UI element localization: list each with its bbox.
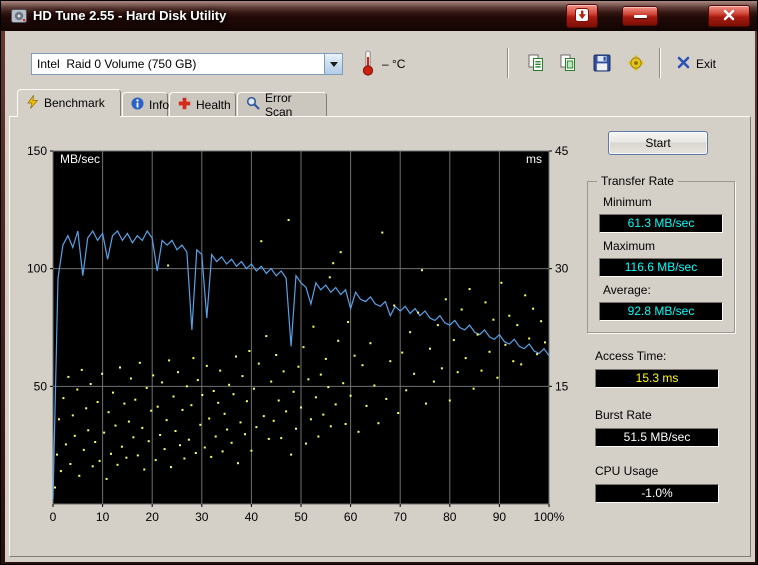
exit-icon — [677, 56, 690, 72]
tab-benchmark-label: Benchmark — [44, 96, 105, 110]
minimize-to-tray-button[interactable] — [566, 4, 598, 28]
svg-text:60: 60 — [344, 510, 358, 524]
app-icon — [11, 8, 27, 24]
benchmark-chart: 150100504530150 10 20 30 40 50 60 70 80 90 100%MB/… — [27, 144, 569, 524]
tab-error-scan-label: Error Scan — [265, 90, 293, 119]
window-title: HD Tune 2.55 - Hard Disk Utility — [33, 8, 227, 23]
maximum-label: Maximum — [603, 239, 656, 253]
tab-health[interactable]: Health — [169, 92, 236, 116]
down-arrow-icon — [573, 6, 591, 27]
svg-text:0: 0 — [50, 510, 57, 524]
svg-text:45: 45 — [555, 144, 569, 158]
tab-health-label: Health — [196, 97, 231, 112]
svg-text:30: 30 — [555, 262, 569, 276]
save-button[interactable] — [589, 52, 615, 76]
svg-text:90: 90 — [493, 510, 507, 524]
toolbar-separator — [659, 48, 661, 78]
thermometer-icon — [361, 49, 375, 80]
settings-button[interactable] — [623, 52, 649, 76]
burst-rate-value: 51.5 MB/sec — [595, 428, 719, 447]
maximum-value: 116.6 MB/sec — [599, 258, 723, 277]
temperature-readout: – °C — [382, 57, 406, 71]
copy-image-button[interactable] — [555, 52, 581, 76]
drive-selector-value: Intel Raid 0 Volume (750 GB) — [37, 57, 197, 71]
svg-text:30: 30 — [195, 510, 209, 524]
save-icon — [593, 54, 611, 75]
svg-text:40: 40 — [245, 510, 259, 524]
svg-text:20: 20 — [146, 510, 160, 524]
minimize-icon — [633, 14, 647, 18]
svg-text:80: 80 — [443, 510, 457, 524]
svg-text:70: 70 — [394, 510, 408, 524]
cpu-usage-label: CPU Usage — [595, 464, 659, 478]
drive-selector[interactable]: Intel Raid 0 Volume (750 GB) — [31, 53, 343, 75]
start-button[interactable]: Start — [608, 131, 708, 155]
error-scan-icon — [246, 96, 260, 113]
access-time-value: 15.3 ms — [595, 369, 719, 388]
tab-info[interactable]: Info — [122, 92, 170, 116]
tab-benchmark[interactable]: Benchmark — [17, 89, 121, 116]
svg-text:50: 50 — [34, 379, 48, 393]
cpu-usage-value: -1.0% — [595, 484, 719, 503]
tab-error-scan[interactable]: Error Scan — [237, 90, 327, 119]
average-label: Average: — [603, 283, 651, 297]
copy-text-icon — [527, 54, 545, 75]
close-icon — [722, 8, 736, 25]
svg-text:50: 50 — [294, 510, 308, 524]
average-value: 92.8 MB/sec — [599, 302, 723, 321]
svg-text:100: 100 — [27, 262, 47, 276]
tab-info-label: Info — [149, 97, 170, 112]
transfer-rate-group-label: Transfer Rate — [597, 174, 678, 188]
minimum-value: 61.3 MB/sec — [599, 214, 723, 233]
svg-text:ms: ms — [526, 152, 542, 166]
close-button[interactable] — [708, 5, 750, 27]
toolbar-separator — [507, 48, 509, 78]
copy-image-icon — [559, 54, 577, 75]
app-window: HD Tune 2.55 - Hard Disk Utility Intel R… — [0, 0, 758, 565]
exit-label: Exit — [696, 57, 717, 71]
settings-icon — [627, 54, 645, 75]
svg-text:MB/sec: MB/sec — [60, 152, 100, 166]
minimize-button[interactable] — [622, 6, 658, 26]
minimum-label: Minimum — [603, 195, 652, 209]
svg-text:100%: 100% — [534, 510, 565, 524]
copy-text-button[interactable] — [523, 52, 549, 76]
svg-text:10: 10 — [96, 510, 110, 524]
benchmark-icon — [26, 93, 39, 112]
access-time-label: Access Time: — [595, 349, 667, 363]
svg-text:15: 15 — [555, 379, 569, 393]
info-icon — [131, 97, 144, 113]
health-icon — [178, 97, 191, 113]
exit-button[interactable]: Exit — [671, 51, 722, 77]
burst-rate-label: Burst Rate — [595, 408, 652, 422]
svg-text:150: 150 — [27, 144, 47, 158]
chevron-down-icon[interactable] — [324, 54, 342, 74]
down-triangle-glyph — [329, 61, 338, 67]
